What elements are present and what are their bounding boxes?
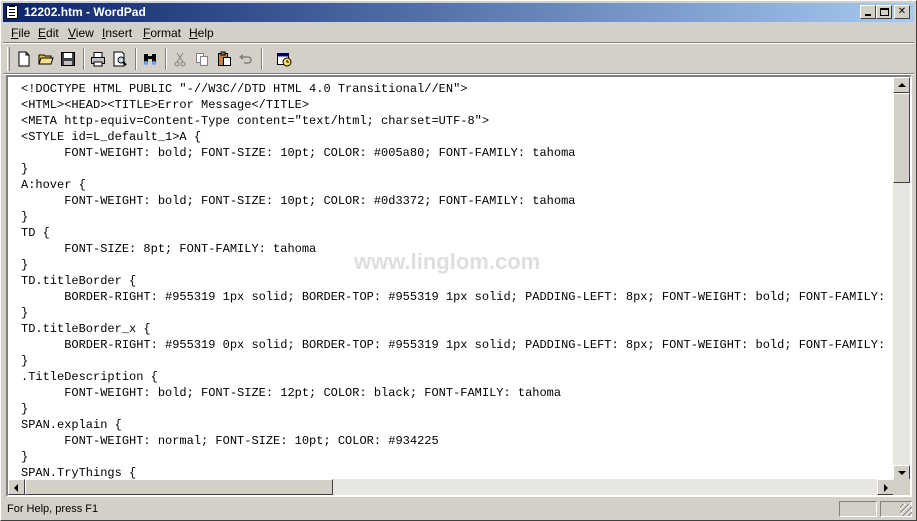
copy-icon <box>196 53 208 66</box>
close-icon: ✕ <box>897 6 907 17</box>
toolbar-separator <box>83 48 85 70</box>
menu-view-label: iew <box>75 26 94 40</box>
document-line[interactable]: <HTML><HEAD><TITLE>Error Message</TITLE> <box>21 97 894 113</box>
menu-edit-label: dit <box>46 26 59 40</box>
cut-button[interactable] <box>169 48 191 70</box>
document-line[interactable]: } <box>21 161 894 177</box>
menu-bar: File Edit View Insert Format Help <box>3 23 914 42</box>
window-title: 12202.htm - WordPad <box>24 5 146 19</box>
resize-grip-icon[interactable] <box>900 504 912 516</box>
arrow-down-icon <box>898 471 906 475</box>
open-icon <box>38 54 54 65</box>
arrow-right-icon <box>884 484 888 492</box>
menu-help-accel: H <box>189 26 198 40</box>
new-icon <box>18 51 30 67</box>
watermark: www.linglom.com <box>354 249 541 274</box>
maximize-button[interactable] <box>876 5 892 19</box>
menu-help[interactable]: Help <box>189 26 214 40</box>
find-icon <box>144 54 156 65</box>
document-line[interactable]: SPAN.explain { <box>21 417 894 433</box>
document-line[interactable]: A:hover { <box>21 177 894 193</box>
minimize-button[interactable] <box>860 5 876 19</box>
print-button[interactable] <box>87 48 109 70</box>
scroll-right-button[interactable] <box>877 479 894 495</box>
document-line[interactable]: BORDER-RIGHT: #955319 0px solid; BORDER-… <box>21 337 894 353</box>
toolbar-separator <box>261 48 263 70</box>
print-icon <box>91 52 105 67</box>
document-line[interactable]: } <box>21 449 894 465</box>
menu-file[interactable]: File <box>11 26 30 40</box>
menu-help-label: elp <box>197 26 214 40</box>
document-line[interactable]: BORDER-RIGHT: #955319 1px solid; BORDER-… <box>21 289 894 305</box>
document-line[interactable]: } <box>21 209 894 225</box>
document-line[interactable]: FONT-WEIGHT: normal; FONT-SIZE: 10pt; CO… <box>21 433 894 449</box>
minimize-icon <box>865 14 871 16</box>
title-bar[interactable]: 12202.htm - WordPad ✕ <box>3 3 914 22</box>
horizontal-scrollbar[interactable] <box>8 479 894 495</box>
print-preview-icon <box>113 51 127 67</box>
document-line[interactable]: TD { <box>21 225 894 241</box>
paste-button[interactable] <box>213 48 235 70</box>
wordpad-document-icon[interactable] <box>6 5 18 19</box>
document-viewport[interactable]: <!DOCTYPE HTML PUBLIC "-//W3C//DTD HTML … <box>8 77 894 481</box>
document-line[interactable]: <!DOCTYPE HTML PUBLIC "-//W3C//DTD HTML … <box>21 81 894 97</box>
toolbar-separator <box>135 48 137 70</box>
maximize-icon <box>880 8 889 16</box>
document-line[interactable]: TD.titleBorder_x { <box>21 321 894 337</box>
document-editor[interactable]: <!DOCTYPE HTML PUBLIC "-//W3C//DTD HTML … <box>6 75 912 497</box>
date-time-icon <box>277 53 292 67</box>
document-line[interactable]: FONT-WEIGHT: bold; FONT-SIZE: 10pt; COLO… <box>21 193 894 209</box>
menu-format-label: ormat <box>150 26 182 40</box>
menu-edit-accel: E <box>38 26 47 40</box>
document-line[interactable]: } <box>21 353 894 369</box>
new-button[interactable] <box>13 48 35 70</box>
vertical-scroll-thumb[interactable] <box>893 93 910 183</box>
save-button[interactable] <box>57 48 79 70</box>
status-text: For Help, press F1 <box>7 503 99 515</box>
vertical-scrollbar[interactable] <box>893 77 910 481</box>
document-line[interactable]: <META http-equiv=Content-Type content="t… <box>21 113 894 129</box>
menu-format[interactable]: Format <box>143 26 181 40</box>
scroll-up-button[interactable] <box>893 77 910 93</box>
cut-icon <box>174 52 186 67</box>
wordpad-window: 12202.htm - WordPad ✕ File Edit View Ins… <box>0 0 917 521</box>
document-line[interactable]: .TitleDescription { <box>21 369 894 385</box>
menu-view-accel: V <box>68 26 76 40</box>
document-line[interactable]: <STYLE id=L_default_1>A { <box>21 129 894 145</box>
undo-button[interactable] <box>235 48 257 70</box>
menu-view[interactable]: View <box>68 26 94 40</box>
menu-file-label: ile <box>18 26 31 40</box>
toolbar-separator <box>165 48 167 70</box>
menu-edit[interactable]: Edit <box>38 26 59 40</box>
horizontal-scroll-thumb[interactable] <box>25 479 333 495</box>
undo-icon <box>239 54 252 64</box>
status-bar: For Help, press F1 <box>3 500 914 518</box>
status-panel <box>839 501 877 517</box>
document-text[interactable]: <!DOCTYPE HTML PUBLIC "-//W3C//DTD HTML … <box>21 81 894 481</box>
copy-button[interactable] <box>191 48 213 70</box>
menu-separator <box>3 42 914 44</box>
paste-icon <box>218 51 231 66</box>
open-button[interactable] <box>35 48 57 70</box>
document-line[interactable]: FONT-WEIGHT: bold; FONT-SIZE: 10pt; COLO… <box>21 145 894 161</box>
find-button[interactable] <box>139 48 161 70</box>
scrollbar-corner <box>893 479 910 495</box>
date-time-button[interactable] <box>273 48 295 70</box>
scroll-left-button[interactable] <box>8 479 25 495</box>
close-button[interactable]: ✕ <box>894 5 910 19</box>
menu-insert-label: nsert <box>105 26 133 40</box>
document-line[interactable]: TD.titleBorder { <box>21 273 894 289</box>
arrow-up-icon <box>898 83 906 87</box>
toolbar <box>5 45 914 73</box>
menu-insert[interactable]: Insert <box>102 26 132 40</box>
arrow-left-icon <box>14 484 18 492</box>
toolbar-grip[interactable] <box>7 47 10 71</box>
print-preview-button[interactable] <box>109 48 131 70</box>
document-line[interactable]: } <box>21 305 894 321</box>
save-icon <box>61 52 75 66</box>
document-line[interactable]: } <box>21 401 894 417</box>
document-line[interactable]: FONT-WEIGHT: bold; FONT-SIZE: 12pt; COLO… <box>21 385 894 401</box>
